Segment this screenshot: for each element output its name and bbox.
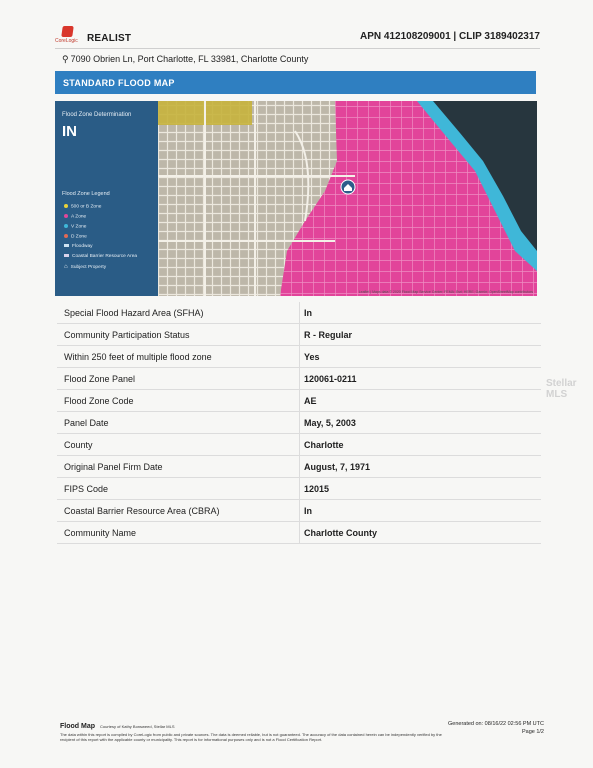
logo-mark-icon [61, 26, 74, 37]
legend-item-subject-property: ⌂ Subject Property [64, 264, 107, 270]
floodway-swatch-icon [64, 244, 69, 248]
row-value: In [299, 499, 541, 522]
table-row: Within 250 feet of multiple flood zone Ye… [57, 345, 541, 368]
table-row: Original Panel Firm Date August, 7, 1971 [57, 455, 541, 478]
legend-item-b-zone: 500 or B Zone [64, 204, 101, 209]
logo-text: CoreLogic [55, 38, 78, 44]
section-title: STANDARD FLOOD MAP [63, 78, 175, 88]
row-label: FIPS Code [57, 477, 300, 500]
row-label: Flood Zone Panel [57, 367, 300, 390]
table-row: Special Flood Hazard Area (SFHA) In [57, 302, 541, 324]
row-value: AE [299, 389, 541, 412]
table-row: FIPS Code 12015 [57, 477, 541, 500]
row-value: August, 7, 1971 [299, 455, 541, 478]
legend-item-d-zone: D Zone [64, 234, 87, 239]
table-row: Flood Zone Panel 120061-0211 [57, 367, 541, 390]
determination-zone: IN [62, 123, 77, 140]
footer-courtesy: Courtesy of Kathy Bonsweed, Stellar MLS [100, 724, 175, 729]
row-value: 12015 [299, 477, 541, 500]
house-icon: ⌂ [64, 264, 68, 270]
generated-date: Generated on: 08/16/22 02:56 PM UTC [447, 721, 544, 727]
row-label: County [57, 433, 300, 456]
row-label: Coastal Barrier Resource Area (CBRA) [57, 499, 300, 522]
apn-clip: APN 412108209001 | CLIP 3189402317 [360, 31, 540, 42]
watermark: Stellar MLS [546, 378, 577, 400]
row-value: R - Regular [299, 323, 541, 346]
footer-title: Flood Map Courtesy of Kathy Bonsweed, Ste… [60, 723, 175, 730]
legend-item-v-zone: V Zone [64, 224, 86, 229]
pink-dot-icon [64, 214, 68, 218]
row-label: Original Panel Firm Date [57, 455, 300, 478]
table-row: County Charlotte [57, 433, 541, 456]
table-row: Community Name Charlotte County [57, 521, 541, 544]
row-value: Charlotte County [299, 521, 541, 544]
footer-disclaimer: The data within this report is compiled … [60, 732, 442, 742]
legend-item-a-zone: A Zone [64, 214, 86, 219]
table-row: Community Participation Status R - Regula… [57, 323, 541, 346]
legend-title: Flood Zone Legend [62, 191, 110, 197]
legend-item-floodway: Floodway [64, 244, 93, 249]
row-label: Special Flood Hazard Area (SFHA) [57, 302, 300, 324]
row-value: Charlotte [299, 433, 541, 456]
row-label: Within 250 feet of multiple flood zone [57, 345, 300, 368]
row-label: Community Name [57, 521, 300, 544]
corelogic-logo: CoreLogic [55, 24, 81, 48]
address-text: 7090 Obrien Ln, Port Charlotte, FL 33981… [70, 54, 309, 64]
header-divider [55, 48, 540, 49]
cbra-swatch-icon [64, 254, 69, 258]
row-value: Yes [299, 345, 541, 368]
row-value: In [299, 302, 541, 324]
map-pin-icon: ⚲ [62, 54, 69, 64]
row-label: Flood Zone Code [57, 389, 300, 412]
row-label: Panel Date [57, 411, 300, 434]
report-page: CoreLogic REALIST APN 412108209001 | CLI… [0, 0, 593, 768]
page-number: Page 1/2 [521, 729, 544, 735]
legend-panel: Flood Zone Determination IN Flood Zone L… [55, 101, 158, 296]
row-value: May, 5, 2003 [299, 411, 541, 434]
yellow-dot-icon [64, 204, 68, 208]
red-dot-icon [64, 234, 68, 238]
brand-name: REALIST [87, 33, 132, 44]
report-header: CoreLogic REALIST APN 412108209001 | CLI… [55, 24, 540, 48]
legend-item-cbra: Coastal Barrier Resource Area [64, 254, 137, 259]
row-label: Community Participation Status [57, 323, 300, 346]
determination-label: Flood Zone Determination [62, 112, 132, 118]
table-row: Panel Date May, 5, 2003 [57, 411, 541, 434]
row-value: 120061-0211 [299, 367, 541, 390]
subject-property-icon[interactable] [340, 179, 356, 195]
table-row: Coastal Barrier Resource Area (CBRA) In [57, 499, 541, 522]
flood-info-table: Special Flood Hazard Area (SFHA) In Commu… [57, 302, 541, 544]
blue-dot-icon [64, 224, 68, 228]
table-row: Flood Zone Code AE [57, 389, 541, 412]
section-banner: STANDARD FLOOD MAP [55, 71, 536, 94]
map-attribution: Leaflet | Maps data © 2020 Flood Map Ser… [358, 290, 533, 294]
flood-map[interactable]: Flood Zone Determination IN Flood Zone L… [55, 101, 537, 296]
property-address: ⚲ 7090 Obrien Ln, Port Charlotte, FL 3398… [62, 54, 308, 65]
